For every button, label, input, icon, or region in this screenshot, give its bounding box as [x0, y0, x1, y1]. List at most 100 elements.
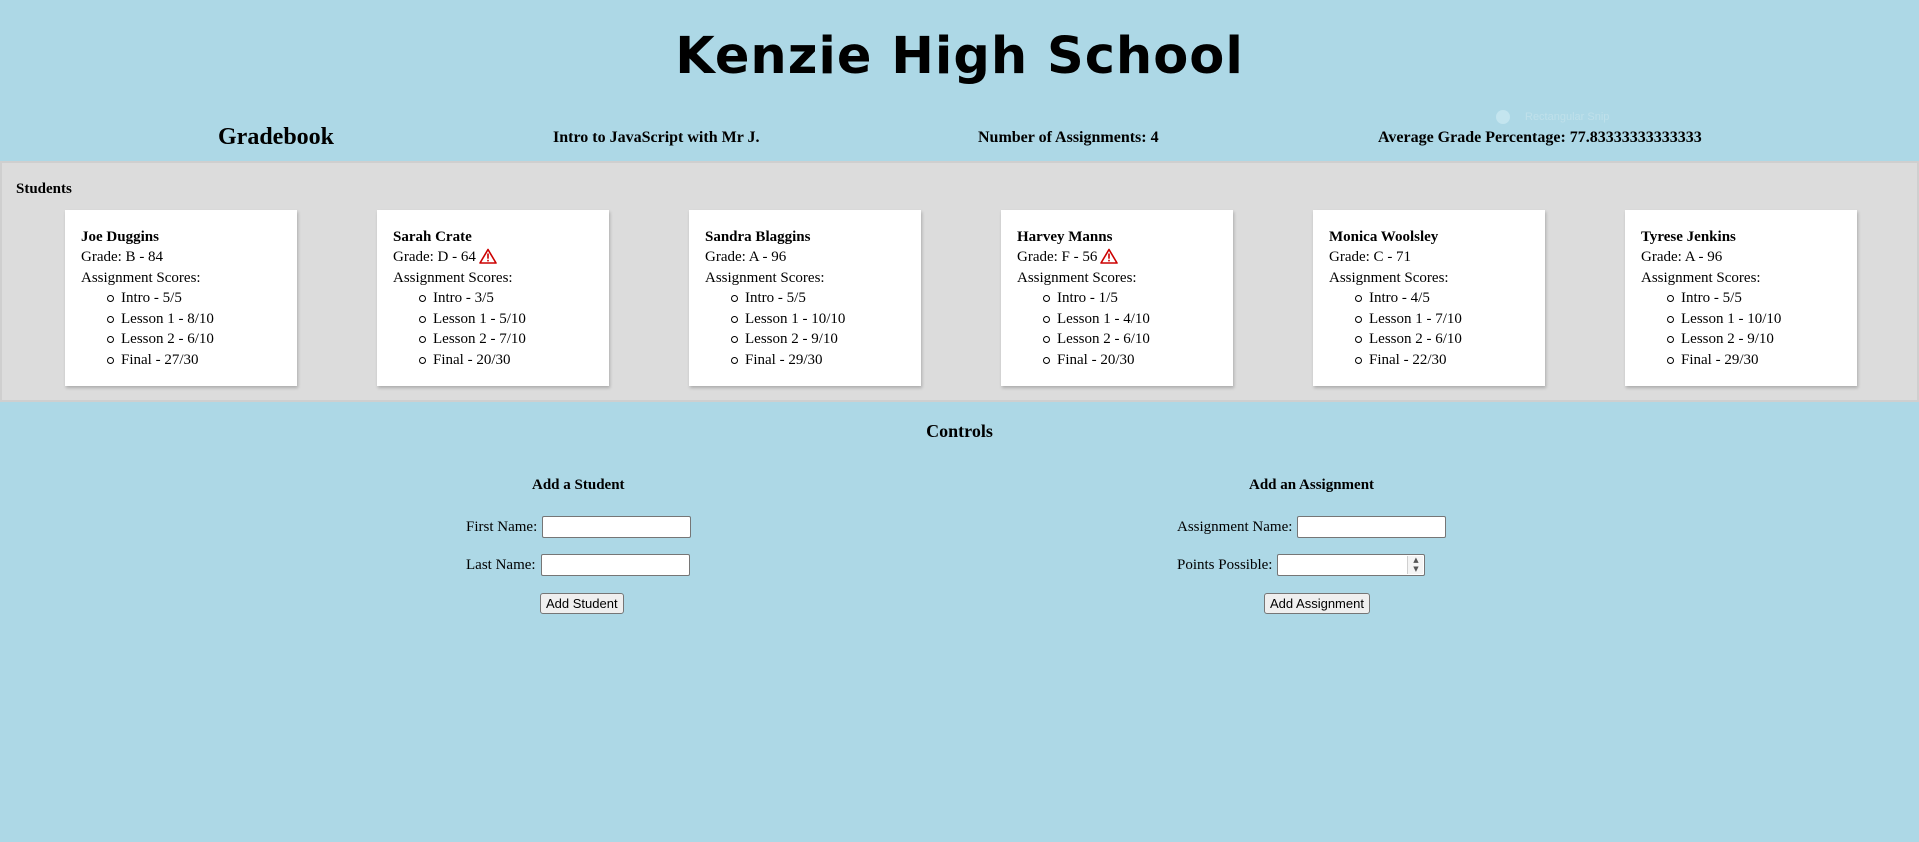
student-grade: Grade: A - 96 — [705, 249, 787, 265]
warning-icon — [479, 248, 497, 264]
student-card: Monica Woolsley Grade: C - 71 Assignment S… — [1313, 210, 1545, 386]
score-text: Lesson 1 - 8/10 — [121, 310, 214, 327]
add-student-title: Add a Student — [532, 477, 625, 493]
score-text: Lesson 1 - 7/10 — [1369, 310, 1462, 327]
score-text: Lesson 1 - 4/10 — [1057, 310, 1150, 327]
circle-bullet-icon — [1355, 315, 1362, 323]
circle-bullet-icon — [1043, 315, 1050, 323]
student-grade-row: Grade: F - 56 — [1017, 247, 1233, 268]
score-text: Lesson 2 - 9/10 — [1681, 331, 1774, 347]
assignment-name-row: Assignment Name: — [1177, 516, 1447, 538]
circle-bullet-icon — [1667, 356, 1674, 364]
score-text: Lesson 1 - 5/10 — [433, 310, 526, 327]
last-name-input[interactable] — [540, 554, 690, 576]
score-text: Intro - 1/5 — [1057, 290, 1118, 306]
score-text: Intro - 4/5 — [1369, 290, 1430, 306]
student-card: Sandra Blaggins Grade: A - 96 Assignment S… — [689, 210, 921, 386]
score-item: Intro - 1/5 — [1043, 288, 1233, 309]
score-text: Lesson 2 - 6/10 — [1369, 331, 1462, 347]
student-name: Tyrese Jenkins — [1641, 229, 1736, 245]
circle-bullet-icon — [731, 356, 738, 364]
controls-title: Controls — [926, 421, 993, 441]
circle-bullet-icon — [419, 315, 426, 323]
student-grade: Grade: C - 71 — [1329, 249, 1412, 265]
student-grade-row: Grade: A - 96 — [705, 247, 921, 268]
circle-bullet-icon — [419, 356, 426, 364]
spinner-arrows-icon[interactable]: ▲ ▼ — [1407, 556, 1424, 574]
student-grade-row: Grade: B - 84 — [81, 247, 297, 268]
warning-icon — [1100, 248, 1119, 264]
assignment-scores-label: Assignment Scores: — [1017, 270, 1137, 286]
score-text: Lesson 2 - 9/10 — [745, 331, 838, 347]
score-text: Lesson 2 - 7/10 — [433, 331, 526, 347]
first-name-row: First Name: — [466, 516, 692, 538]
score-item: Lesson 1 - 8/10 — [107, 309, 297, 330]
student-name: Harvey Manns — [1017, 229, 1113, 245]
assignment-scores-label: Assignment Scores: — [393, 270, 513, 286]
circle-bullet-icon — [1355, 295, 1362, 302]
score-text: Lesson 2 - 6/10 — [1057, 331, 1150, 347]
score-list: Intro - 1/5 Lesson 1 - 4/10 Lesson 2 - 6/1… — [1017, 288, 1233, 370]
score-text: Intro - 3/5 — [433, 290, 494, 306]
score-text: Intro - 5/5 — [1681, 290, 1742, 306]
points-possible-label: Points Possible: — [1177, 557, 1273, 573]
circle-bullet-icon — [1043, 295, 1050, 302]
circle-bullet-icon — [1355, 336, 1362, 343]
student-card: Harvey Manns Grade: F - 56 Assignment Scor… — [1001, 210, 1233, 386]
score-list: Intro - 5/5 Lesson 1 - 10/10 Lesson 2 - 9/… — [1641, 288, 1857, 370]
add-assignment-title: Add an Assignment — [1249, 477, 1375, 493]
score-item: Lesson 1 - 4/10 — [1043, 309, 1233, 330]
score-text: Intro - 5/5 — [121, 290, 182, 306]
score-text: Final - 29/30 — [745, 351, 823, 368]
score-item: Final - 29/30 — [731, 350, 921, 371]
circle-bullet-icon — [1043, 336, 1050, 343]
score-list: Intro - 4/5 Lesson 1 - 7/10 Lesson 2 - 6/1… — [1329, 288, 1545, 370]
circle-bullet-icon — [731, 315, 738, 323]
add-assignment-button[interactable]: Add Assignment — [1264, 593, 1370, 614]
assignment-count: Number of Assignments: 4 — [978, 129, 1159, 146]
add-student-button[interactable]: Add Student — [540, 593, 624, 614]
circle-bullet-icon — [731, 295, 738, 302]
score-item: Lesson 1 - 10/10 — [731, 309, 921, 330]
first-name-input[interactable] — [542, 516, 692, 538]
circle-bullet-icon — [1355, 356, 1362, 364]
score-item: Intro - 5/5 — [731, 288, 921, 309]
score-item: Intro - 3/5 — [419, 288, 609, 309]
student-card: Tyrese Jenkins Grade: A - 96 Assignment Sc… — [1625, 210, 1857, 386]
score-text: Final - 20/30 — [433, 351, 511, 368]
course-name: Intro to JavaScript with Mr J. — [553, 129, 760, 146]
circle-bullet-icon — [107, 295, 114, 302]
circle-bullet-icon — [419, 295, 426, 302]
student-name: Sandra Blaggins — [705, 229, 811, 245]
score-text: Final - 20/30 — [1057, 351, 1135, 368]
assignment-name-input[interactable] — [1297, 516, 1447, 538]
assignment-name-label: Assignment Name: — [1177, 519, 1293, 535]
student-name: Sarah Crate — [393, 229, 472, 245]
score-list: Intro - 5/5 Lesson 1 - 10/10 Lesson 2 - 9/… — [705, 288, 921, 370]
score-item: Lesson 2 - 6/10 — [1043, 329, 1233, 350]
points-possible-row: Points Possible: ▲ ▼ — [1177, 554, 1426, 576]
school-title: Kenzie High School — [675, 27, 1244, 86]
circle-bullet-icon — [419, 336, 426, 343]
circle-bullet-icon — [1667, 295, 1674, 302]
circle-bullet-icon — [107, 336, 114, 343]
circle-bullet-icon — [107, 356, 114, 364]
circle-bullet-icon — [1667, 315, 1674, 323]
student-grade: Grade: A - 96 — [1641, 249, 1723, 265]
score-text: Final - 27/30 — [121, 351, 199, 368]
student-grade: Grade: B - 84 — [81, 249, 164, 265]
score-item: Final - 20/30 — [419, 350, 609, 371]
score-item: Final - 27/30 — [107, 350, 297, 371]
last-name-row: Last Name: — [466, 554, 690, 576]
score-item: Lesson 1 - 5/10 — [419, 309, 609, 330]
points-possible-input[interactable]: ▲ ▼ — [1277, 554, 1426, 576]
score-text: Lesson 1 - 10/10 — [745, 310, 846, 327]
assignment-scores-label: Assignment Scores: — [705, 270, 825, 286]
assignment-scores-label: Assignment Scores: — [1641, 270, 1761, 286]
assignment-scores-label: Assignment Scores: — [1329, 270, 1449, 286]
student-grade: Grade: F - 56 — [1017, 249, 1098, 265]
score-item: Lesson 2 - 6/10 — [1355, 329, 1545, 350]
circle-bullet-icon — [1043, 356, 1050, 364]
score-item: Lesson 2 - 9/10 — [731, 329, 921, 350]
score-item: Lesson 2 - 9/10 — [1667, 329, 1857, 350]
